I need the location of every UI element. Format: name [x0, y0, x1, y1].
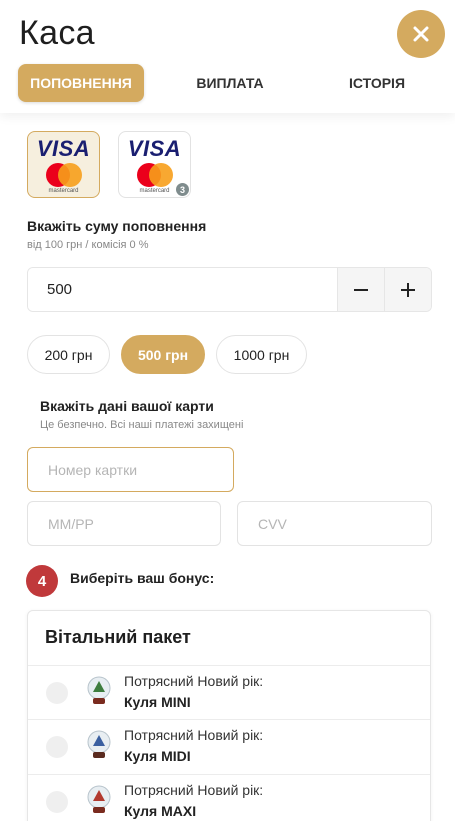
tab-deposit[interactable]: ПОПОВНЕННЯ	[18, 64, 144, 102]
quick-amounts: 200 грн 500 грн 1000 грн	[27, 335, 307, 374]
payment-methods: VISA mastercard VISA mastercard 3	[27, 131, 191, 198]
amount-label: Вкажіть суму поповнення	[27, 218, 207, 234]
page-title: Каса	[19, 14, 95, 52]
payment-method-card-1[interactable]: VISA mastercard	[27, 131, 100, 198]
tab-withdraw[interactable]: ВИПЛАТА	[144, 64, 316, 102]
amount-hint: від 100 грн / комісія 0 %	[27, 239, 149, 251]
quick-amount-500[interactable]: 500 грн	[121, 335, 205, 374]
expiry-field[interactable]	[27, 501, 221, 546]
step-number-badge: 4	[26, 565, 58, 597]
mastercard-logo-icon	[44, 163, 84, 187]
close-icon	[413, 26, 429, 42]
quick-amount-1000[interactable]: 1000 грн	[216, 335, 307, 374]
radio-button[interactable]	[46, 736, 68, 758]
bonus-option-name: Куля MIDI	[124, 748, 191, 764]
bonus-option-title: Потрясний Новий рік:	[124, 782, 264, 798]
bonus-option[interactable]: Потрясний Новий рік: Куля MINI	[28, 665, 430, 720]
card-details-label: Вкажіть дані вашої карти	[40, 398, 214, 414]
card-number-field[interactable]	[27, 447, 234, 492]
bonus-option-title: Потрясний Новий рік:	[124, 727, 264, 743]
tab-history[interactable]: ІСТОРІЯ	[316, 64, 438, 102]
mastercard-logo-icon	[135, 163, 175, 187]
card-details-hint: Це безпечно. Всі наші платежі захищені	[40, 419, 244, 431]
increase-button[interactable]	[384, 268, 431, 311]
quick-amount-200[interactable]: 200 грн	[27, 335, 110, 374]
header: Каса ПОПОВНЕННЯ ВИПЛАТА ІСТОРІЯ	[0, 0, 455, 113]
radio-button[interactable]	[46, 682, 68, 704]
close-button[interactable]	[397, 10, 445, 58]
bonus-panel: Вітальний пакет Потрясний Новий рік: Кул…	[27, 610, 431, 821]
saved-cards-count-badge: 3	[176, 183, 189, 196]
bonus-option[interactable]: Потрясний Новий рік: Куля MIDI	[28, 719, 430, 774]
amount-stepper	[27, 267, 432, 312]
bonus-label: Виберіть ваш бонус:	[70, 570, 215, 586]
snow-globe-icon	[87, 730, 111, 758]
snow-globe-icon	[87, 785, 111, 813]
bonus-panel-title: Вітальний пакет	[45, 627, 191, 647]
payment-method-card-2[interactable]: VISA mastercard 3	[118, 131, 191, 198]
minus-icon	[354, 288, 368, 291]
snow-globe-icon	[87, 676, 111, 704]
decrease-button[interactable]	[337, 268, 384, 311]
bonus-option[interactable]: Потрясний Новий рік: Куля MAXI	[28, 774, 430, 821]
bonus-option-title: Потрясний Новий рік:	[124, 673, 264, 689]
mastercard-label: mastercard	[139, 188, 170, 194]
plus-icon	[401, 282, 415, 297]
mastercard-label: mastercard	[48, 188, 79, 194]
bonus-option-name: Куля MINI	[124, 694, 191, 710]
cvv-field[interactable]	[237, 501, 432, 546]
bonus-option-name: Куля MAXI	[124, 803, 197, 819]
tab-bar: ПОПОВНЕННЯ ВИПЛАТА ІСТОРІЯ	[18, 64, 438, 102]
amount-input[interactable]	[28, 268, 337, 311]
radio-button[interactable]	[46, 791, 68, 813]
visa-logo: VISA	[127, 136, 182, 161]
visa-logo: VISA	[36, 136, 91, 161]
